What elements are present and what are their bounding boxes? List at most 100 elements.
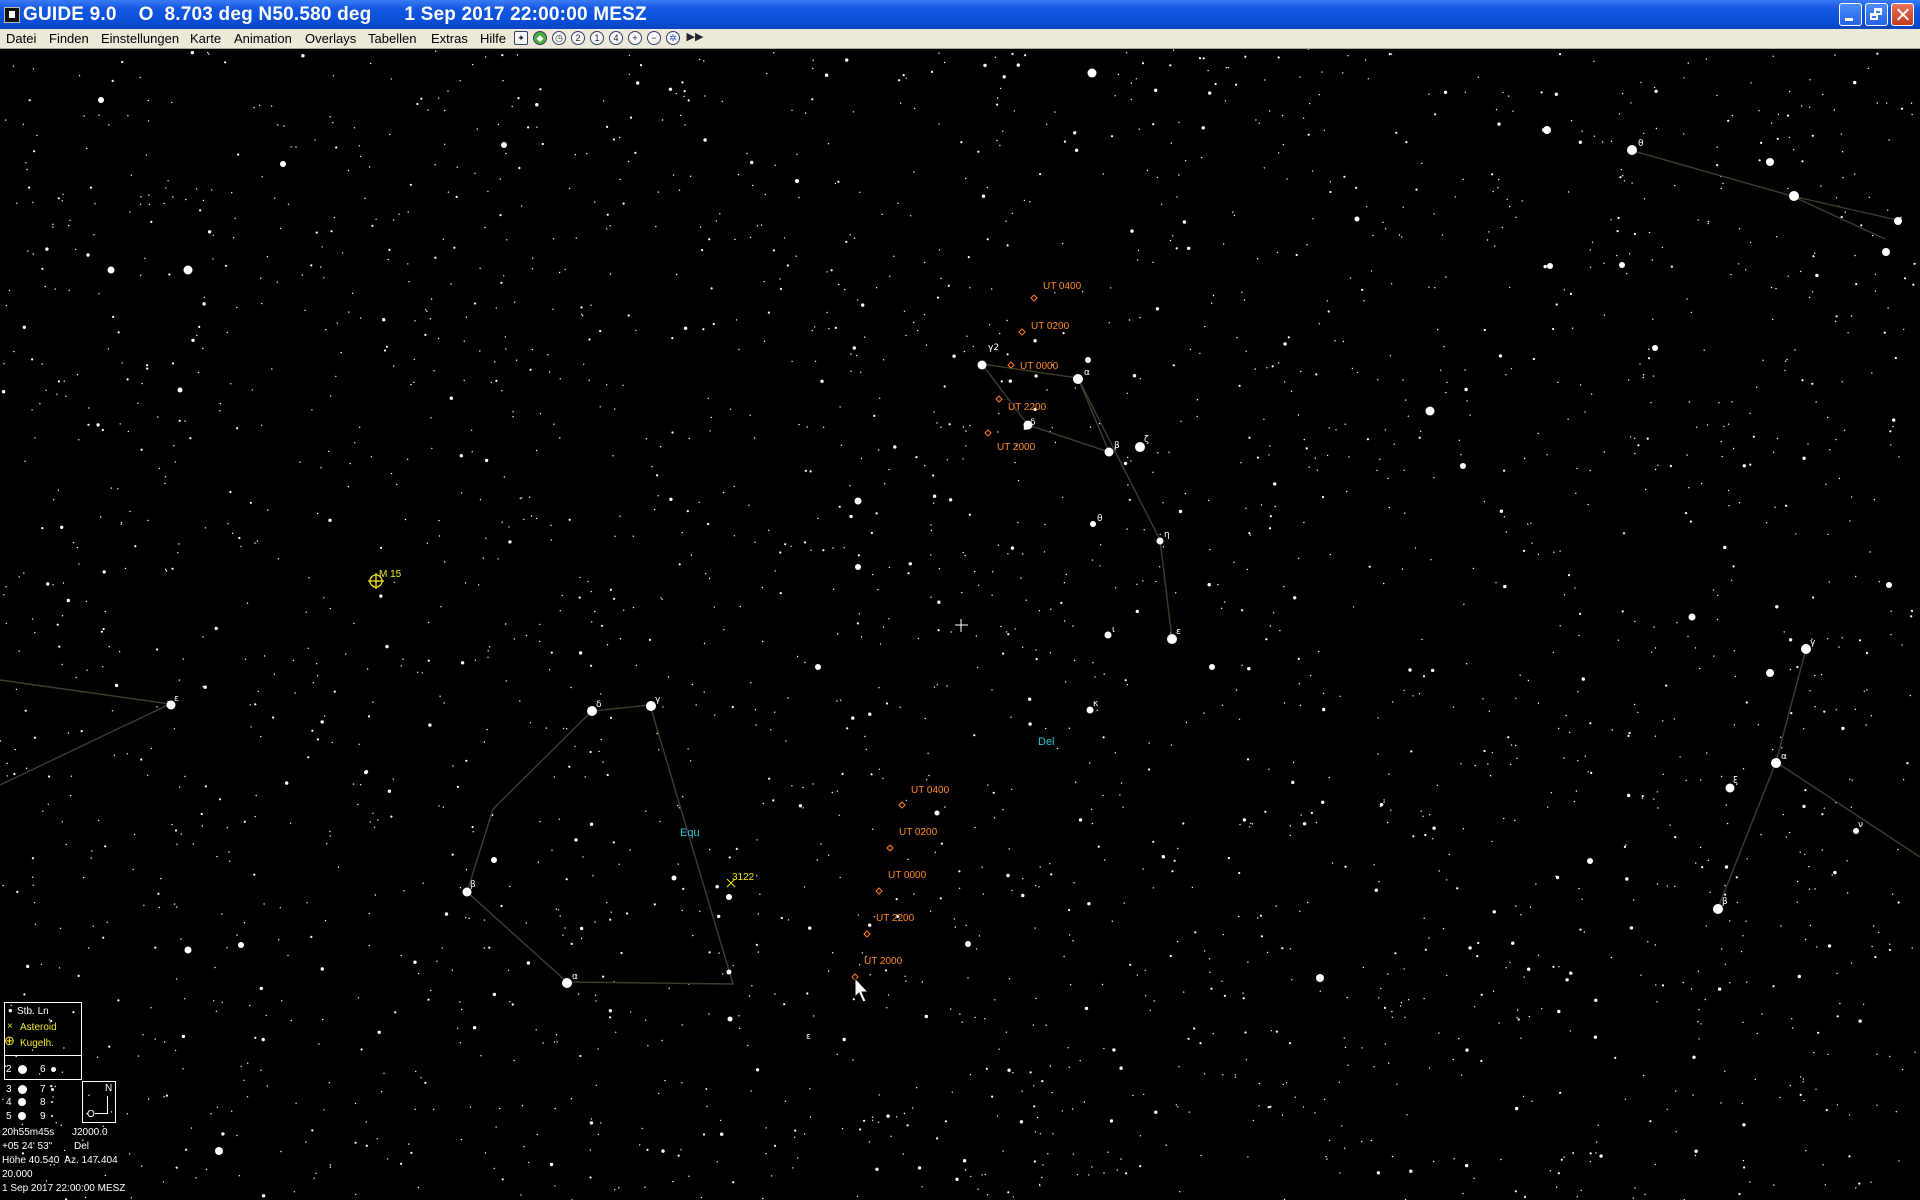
menu-einstellungen[interactable]: Einstellungen: [101, 31, 179, 46]
faint-star: [41, 527, 44, 530]
faint-star: [1637, 711, 1639, 714]
faint-star: [747, 1044, 749, 1047]
faint-star: [1370, 270, 1373, 272]
zoom-1-icon[interactable]: 1: [590, 31, 604, 45]
faint-star: [1234, 1074, 1236, 1076]
faint-star: [878, 768, 880, 770]
faint-star: [695, 704, 697, 706]
zoom-out-icon[interactable]: −: [647, 31, 661, 45]
app-icon[interactable]: [4, 7, 20, 23]
faint-star: [632, 606, 635, 609]
faint-star: [1742, 1021, 1744, 1023]
menu-datei[interactable]: Datei: [6, 31, 36, 46]
clock-icon[interactable]: ◷: [552, 31, 566, 45]
faint-star: [1007, 633, 1010, 636]
faint-star: [1717, 594, 1719, 597]
menu-hilfe[interactable]: Hilfe: [480, 31, 506, 46]
faint-star: [202, 302, 206, 306]
faint-star: [1405, 399, 1407, 401]
faint-star: [841, 1128, 844, 1130]
faint-star: [1656, 1001, 1658, 1003]
faint-star: [301, 54, 305, 58]
zoom-in-icon[interactable]: +: [628, 31, 642, 45]
faint-star: [826, 311, 828, 314]
menu-animation[interactable]: Animation: [234, 31, 292, 46]
faint-star: [868, 1141, 871, 1143]
zoom-2-icon[interactable]: 2: [571, 31, 585, 45]
menu-finden[interactable]: Finden: [49, 31, 89, 46]
faint-star: [3, 363, 5, 365]
faint-star: [704, 95, 706, 97]
faint-star: [1306, 901, 1309, 904]
faint-star: [1283, 702, 1286, 704]
faint-star: [1178, 174, 1180, 176]
faint-star: [1643, 132, 1645, 135]
faint-star: [1446, 974, 1448, 977]
faint-star: [1443, 90, 1448, 94]
faint-star: [1686, 298, 1688, 300]
zoom-4-icon[interactable]: 4: [609, 31, 623, 45]
map-icon[interactable]: ✦: [514, 31, 528, 45]
fast-forward-icon[interactable]: ▶▶: [685, 31, 705, 45]
menu-overlays[interactable]: Overlays: [305, 31, 356, 46]
faint-star: [991, 571, 994, 573]
globular-cluster-m15[interactable]: M 15: [368, 569, 402, 589]
menu-extras[interactable]: Extras: [431, 31, 468, 46]
faint-star: [335, 375, 337, 378]
faint-star: [1054, 292, 1056, 294]
faint-star: [1127, 484, 1129, 486]
menu-karte[interactable]: Karte: [190, 31, 221, 46]
faint-star: [952, 354, 956, 358]
faint-star: [1119, 1066, 1123, 1070]
faint-star: [390, 78, 393, 80]
faint-star: [959, 1013, 961, 1015]
sky-map[interactable]: γ2 α δ β ζ θ η ε ι κ δ γ α β ε β α γ ξ θ…: [0, 49, 1920, 1200]
faint-star: [218, 798, 222, 801]
faint-star: [184, 775, 186, 778]
faint-star: [932, 474, 935, 477]
faint-star: [620, 951, 623, 955]
faint-star: [1091, 1166, 1093, 1168]
restore-button[interactable]: [1865, 3, 1888, 26]
faint-star: [1207, 583, 1211, 587]
faint-star: [547, 354, 549, 356]
faint-star: [1088, 1174, 1090, 1176]
faint-star: [622, 384, 624, 386]
faint-star: [1128, 498, 1131, 501]
faint-star: [755, 1068, 760, 1072]
faint-star: [993, 817, 996, 819]
faint-star: [1281, 947, 1284, 950]
faint-star: [479, 267, 481, 269]
green-planet-icon[interactable]: ◆: [533, 31, 547, 45]
faint-star: [732, 964, 734, 967]
star-grid-icon[interactable]: ✲: [666, 31, 680, 45]
faint-star: [809, 470, 812, 473]
faint-star: [92, 925, 95, 927]
faint-star: [927, 752, 929, 754]
faint-star: [325, 328, 327, 331]
faint-star: [628, 54, 631, 56]
faint-star: [629, 116, 633, 119]
faint-star: [148, 1098, 150, 1100]
faint-star: [1788, 638, 1793, 642]
faint-star: [1559, 625, 1561, 627]
faint-star: [1424, 948, 1427, 951]
faint-star: [519, 497, 521, 500]
close-button[interactable]: [1891, 3, 1914, 26]
faint-star: [150, 220, 153, 223]
faint-star: [1527, 523, 1529, 525]
faint-star: [552, 238, 555, 240]
faint-star: [1841, 726, 1845, 731]
faint-star: [1101, 983, 1104, 986]
faint-star: [1241, 609, 1244, 612]
asteroid-3122[interactable]: 3122: [726, 872, 755, 888]
faint-star: [1621, 610, 1624, 613]
menu-tabellen[interactable]: Tabellen: [368, 31, 416, 46]
faint-star: [1391, 1010, 1393, 1013]
faint-star: [341, 252, 344, 254]
faint-star: [425, 309, 427, 311]
minimize-button[interactable]: [1839, 3, 1862, 26]
faint-star: [1011, 52, 1014, 56]
faint-star: [393, 581, 395, 584]
star-chart[interactable]: γ2 α δ β ζ θ η ε ι κ δ γ α β ε β α γ ξ θ…: [0, 49, 1920, 1200]
